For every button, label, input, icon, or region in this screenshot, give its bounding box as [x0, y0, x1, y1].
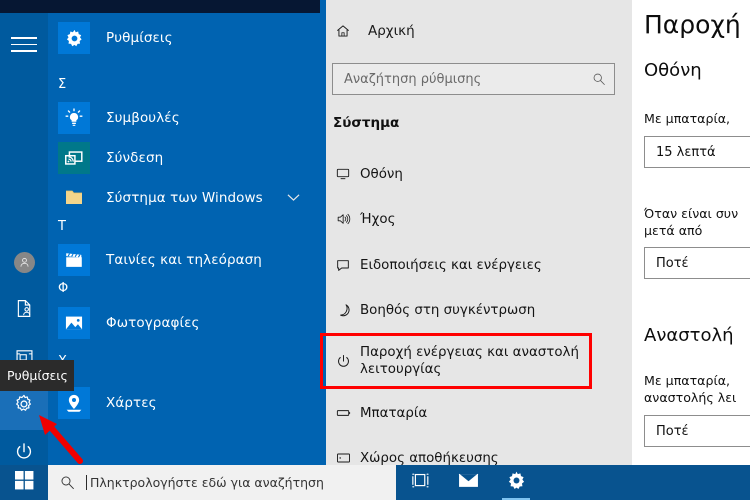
start-menu: Ρυθμίσεις Σ Συμβουλές Σύνδεση Σύστημα τω… [0, 13, 320, 465]
combo-value: Ποτέ [656, 423, 689, 439]
taskbar-mail-button[interactable] [444, 465, 492, 500]
nav-item-focus-assist[interactable]: Βοηθός στη συγκέντρωση [326, 295, 612, 325]
nav-item-label: Βοηθός στη συγκέντρωση [360, 302, 536, 318]
section-title-display: Οθόνη [644, 60, 702, 81]
group-letter-tau[interactable]: Τ [58, 208, 98, 234]
settings-search-box[interactable] [332, 63, 615, 95]
home-icon [330, 23, 356, 39]
nav-item-battery[interactable]: Μπαταρία [326, 398, 612, 428]
person-icon [13, 251, 35, 273]
start-menu-app-list: Ρυθμίσεις Σ Συμβουλές Σύνδεση Σύστημα τω… [48, 13, 320, 465]
app-item-label: Σύνδεση [106, 150, 164, 166]
app-item-tips[interactable]: Συμβουλές [48, 98, 320, 138]
field-label-sleep-line2: αναστολής λει [644, 390, 737, 405]
group-letter-sigma[interactable]: Σ [58, 66, 98, 92]
search-icon [48, 475, 86, 490]
nav-item-label: Μπαταρία [360, 405, 428, 421]
combo-sleep-on-battery[interactable]: Ποτέ [644, 415, 750, 447]
settings-nav-pane: Αρχική Σύστημα Οθόνη Ήχος [320, 0, 632, 466]
combo-screen-on-battery[interactable]: 15 λεπτά [644, 136, 750, 168]
start-button[interactable] [0, 465, 48, 500]
nav-item-label: Ειδοποιήσεις και ενέργειες [360, 257, 542, 273]
section-title-sleep: Αναστολή [644, 325, 734, 346]
taskbar-search-box[interactable]: Πληκτρολογήστε εδώ για αναζήτηση [48, 465, 396, 500]
nav-item-label: Παροχή ενέργειας και αναστολή λειτουργία… [360, 345, 579, 377]
nav-item-label: Ήχος [360, 211, 396, 227]
gear-icon [506, 470, 527, 495]
speaker-icon [326, 211, 360, 227]
task-view-icon [411, 472, 430, 493]
nav-item-display[interactable]: Οθόνη [326, 159, 612, 189]
power-icon [13, 441, 35, 467]
start-menu-rail [0, 13, 48, 465]
moon-icon [326, 302, 360, 318]
battery-icon [326, 405, 360, 421]
field-label-on-battery: Με μπαταρία, [644, 111, 731, 126]
app-item-label: Ρυθμίσεις [106, 30, 173, 46]
taskbar-task-view-button[interactable] [396, 465, 444, 500]
nav-item-sound[interactable]: Ήχος [326, 204, 612, 234]
gear-icon [13, 393, 35, 419]
combo-screen-plugged-in[interactable]: Ποτέ [644, 247, 750, 279]
map-pin-icon [58, 387, 90, 419]
app-item-label: Σύστημα των Windows [106, 190, 263, 206]
desktop-top-strip [0, 0, 322, 13]
windows-logo-icon [14, 471, 34, 494]
app-item-photos[interactable]: Φωτογραφίες [48, 303, 320, 343]
app-item-connect[interactable]: Σύνδεση [48, 138, 320, 178]
app-item-label: Χάρτες [106, 395, 157, 411]
chevron-down-icon[interactable] [287, 192, 300, 204]
app-item-maps[interactable]: Χάρτες [48, 383, 320, 423]
taskbar-search-placeholder: Πληκτρολογήστε εδώ για αναζήτηση [90, 475, 324, 490]
nav-item-label: Χώρος αποθήκευσης [360, 450, 499, 466]
app-item-settings[interactable]: Ρυθμίσεις [48, 18, 320, 58]
nav-item-label: Οθόνη [360, 166, 403, 182]
field-label-plugged-in-line1: Όταν είναι συν [644, 206, 739, 221]
nav-section-header: Σύστημα [333, 115, 400, 131]
nav-home-button[interactable]: Αρχική [330, 14, 620, 48]
app-item-label: Συμβουλές [106, 110, 180, 126]
cast-screen-icon [58, 142, 90, 174]
document-icon [14, 298, 35, 323]
monitor-icon [326, 166, 360, 182]
field-label-plugged-in-line2: μετά από [644, 223, 703, 238]
hamburger-menu-icon[interactable] [11, 37, 37, 55]
rail-item-user-account[interactable] [0, 238, 48, 286]
app-item-label: Ταινίες και τηλεόραση [106, 252, 262, 268]
nav-home-label: Αρχική [368, 23, 415, 39]
photo-icon [58, 307, 90, 339]
power-icon [326, 353, 360, 370]
nav-item-power-and-sleep[interactable]: Παροχή ενέργειας και αναστολή λειτουργία… [326, 338, 612, 384]
text-caret [86, 475, 87, 490]
tooltip-label: Ρυθμίσεις [7, 368, 68, 383]
settings-search-input[interactable] [333, 70, 584, 88]
gear-icon [58, 22, 90, 54]
taskbar: Πληκτρολογήστε εδώ για αναζήτηση [0, 465, 750, 500]
settings-window: Αρχική Σύστημα Οθόνη Ήχος [320, 0, 750, 466]
app-item-label: Φωτογραφίες [106, 315, 200, 331]
settings-tooltip: Ρυθμίσεις [0, 360, 74, 391]
settings-content-pane: Παροχή Οθόνη Με μπαταρία, 15 λεπτά Όταν … [632, 0, 750, 465]
combo-value: Ποτέ [656, 255, 689, 271]
rail-item-documents[interactable] [0, 286, 48, 334]
combo-value: 15 λεπτά [656, 144, 716, 160]
page-title: Παροχή [644, 10, 741, 39]
field-label-sleep-line1: Με μπαταρία, [644, 373, 731, 388]
mail-icon [458, 472, 479, 493]
nav-item-notifications[interactable]: Ειδοποιήσεις και ενέργειες [326, 250, 612, 280]
search-icon [584, 72, 614, 86]
group-letter-phi[interactable]: Φ [58, 270, 98, 296]
notification-icon [326, 257, 360, 273]
taskbar-settings-button[interactable] [492, 465, 540, 500]
storage-icon [326, 450, 360, 466]
lightbulb-icon [58, 102, 90, 134]
